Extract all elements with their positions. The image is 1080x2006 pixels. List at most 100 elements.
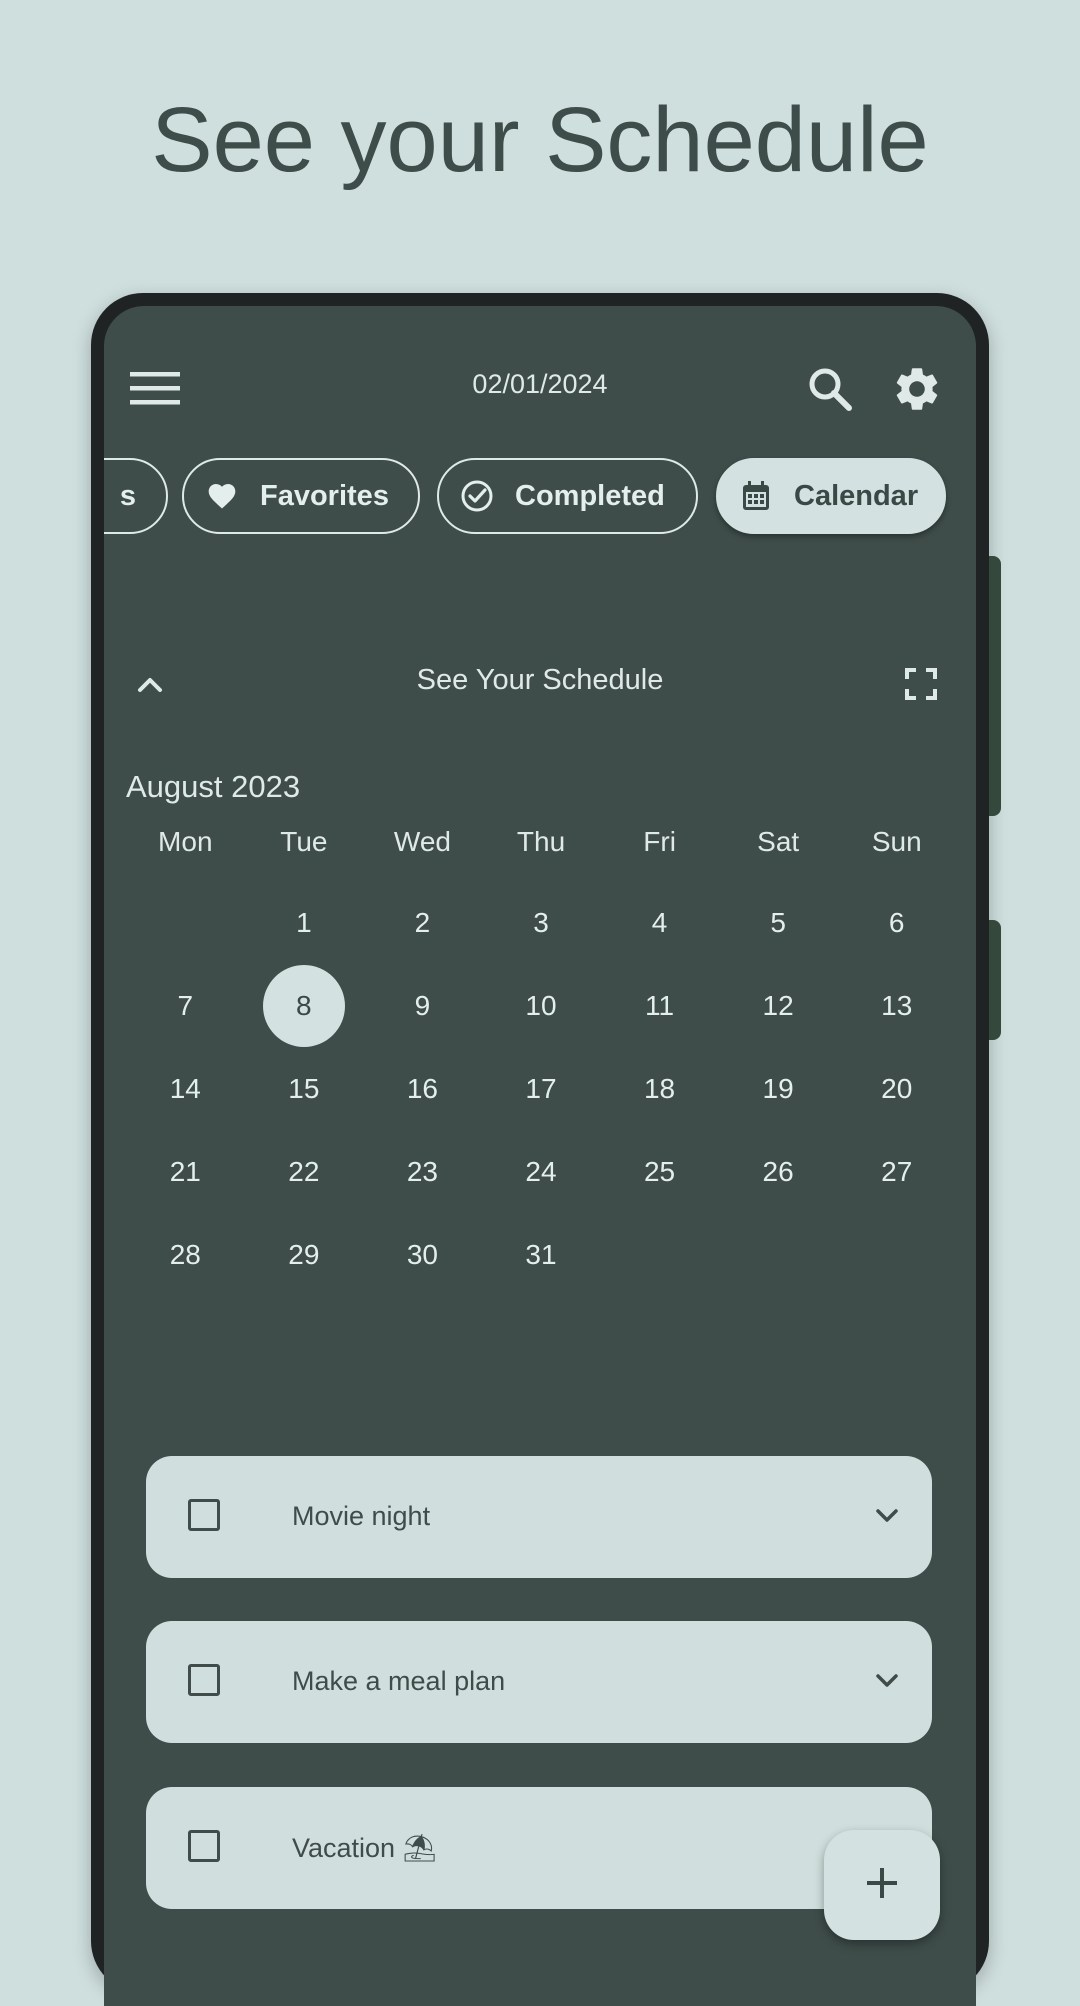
calendar-day[interactable]: 21 [126, 1130, 245, 1213]
calendar-day[interactable]: 23 [363, 1130, 482, 1213]
task-checkbox[interactable] [188, 1664, 220, 1696]
weekday-label: Mon [158, 826, 213, 857]
calendar-day[interactable]: 3 [482, 881, 601, 964]
calendar-day[interactable]: 20 [837, 1047, 956, 1130]
calendar-day[interactable]: 1 [245, 881, 364, 964]
weekday-label: Wed [393, 826, 451, 857]
top-app-bar: 02/01/2024 [104, 306, 976, 456]
calendar-day[interactable]: 8 [245, 964, 364, 1047]
chip-calendar[interactable]: Calendar [716, 458, 946, 534]
side-button-power [989, 556, 1001, 816]
task-checkbox[interactable] [188, 1499, 220, 1531]
calendar-day-number: 24 [525, 1155, 557, 1187]
side-button-volume [989, 920, 1001, 1040]
chip-partial-label: s [119, 479, 136, 512]
calendar-day-number: 30 [406, 1238, 438, 1270]
calendar-day[interactable]: 29 [245, 1213, 364, 1296]
calendar-day[interactable]: 6 [837, 881, 956, 964]
calendar-empty-cell [837, 1213, 956, 1296]
chip-completed[interactable]: Completed [437, 458, 698, 534]
calendar-day-number: 8 [262, 964, 345, 1047]
chip-favorites[interactable]: Favorites [182, 458, 420, 534]
filter-chips: s Favorites Completed Calendar [104, 458, 976, 542]
search-icon[interactable] [802, 361, 858, 417]
calendar-day[interactable]: 11 [600, 964, 719, 1047]
weekday-label: Tue [280, 826, 328, 857]
chip-calendar-label: Calendar [794, 479, 919, 512]
calendar-day[interactable]: 31 [482, 1213, 601, 1296]
calendar-day[interactable]: 16 [363, 1047, 482, 1130]
calendar-day[interactable]: 13 [837, 964, 956, 1047]
calendar-day[interactable]: 15 [245, 1047, 364, 1130]
task-label: Make a meal plan [292, 1666, 506, 1696]
calendar-weekday-row: Mon Tue Wed Thu Fri Sat Sun [126, 826, 956, 858]
calendar-day-number: 22 [288, 1155, 320, 1187]
calendar-day[interactable]: 25 [600, 1130, 719, 1213]
task-label: Vacation ⛱ [292, 1833, 437, 1863]
calendar-day[interactable]: 26 [719, 1130, 838, 1213]
task-card[interactable]: Make a meal plan [146, 1621, 932, 1743]
phone-frame: 02/01/2024 s Favorites Completed Calenda… [91, 293, 1001, 2006]
calendar-day-number: 6 [888, 906, 905, 938]
calendar-day-number: 4 [651, 906, 668, 938]
gear-icon[interactable] [888, 360, 946, 418]
calendar-day-number: 1 [296, 906, 312, 938]
calendar-day[interactable]: 17 [482, 1047, 601, 1130]
schedule-header: See Your Schedule [104, 646, 976, 716]
calendar-month-title: August 2023 [126, 769, 301, 804]
calendar-day[interactable]: 12 [719, 964, 838, 1047]
calendar-day[interactable]: 14 [126, 1047, 245, 1130]
heart-icon [204, 478, 240, 514]
calendar-day-number: 7 [177, 989, 194, 1021]
calendar-day-number: 12 [762, 989, 794, 1021]
chip-completed-label: Completed [515, 479, 665, 512]
calendar-day[interactable]: 5 [719, 881, 838, 964]
calendar-empty-cell [719, 1213, 838, 1296]
calendar-day-number: 15 [288, 1072, 320, 1104]
calendar-day[interactable]: 10 [482, 964, 601, 1047]
calendar-day-number: 11 [645, 989, 675, 1021]
weekday-label: Thu [516, 826, 566, 857]
calendar-day[interactable]: 9 [363, 964, 482, 1047]
calendar-icon [738, 478, 774, 514]
chip-favorites-label: Favorites [260, 479, 389, 512]
calendar-empty-cell [600, 1213, 719, 1296]
calendar-day[interactable]: 30 [363, 1213, 482, 1296]
weekday-label: Fri [643, 826, 676, 857]
chevron-down-icon[interactable] [872, 1665, 902, 1700]
calendar-day-number: 28 [169, 1238, 201, 1270]
calendar-day[interactable]: 19 [719, 1047, 838, 1130]
task-checkbox[interactable] [188, 1830, 220, 1862]
task-card[interactable]: Vacation ⛱ [146, 1787, 932, 1909]
fullscreen-icon[interactable] [900, 663, 942, 705]
calendar-day-number: 18 [643, 1072, 676, 1104]
calendar-day-number: 10 [525, 989, 557, 1021]
calendar-day-number: 17 [525, 1072, 557, 1104]
calendar-day[interactable]: 4 [600, 881, 719, 964]
calendar-day[interactable]: 27 [837, 1130, 956, 1213]
chip-partial[interactable]: s [104, 458, 168, 534]
task-label: Movie night [292, 1501, 431, 1531]
calendar-day[interactable]: 18 [600, 1047, 719, 1130]
headline: See your Schedule [151, 89, 929, 191]
schedule-title: See Your Schedule [416, 664, 664, 696]
calendar-day-number: 9 [414, 989, 431, 1021]
calendar-day[interactable]: 7 [126, 964, 245, 1047]
calendar-day-number: 13 [881, 989, 913, 1021]
calendar-day[interactable]: 22 [245, 1130, 364, 1213]
calendar-day-number: 2 [414, 906, 431, 938]
add-task-button[interactable] [824, 1830, 940, 1940]
calendar-day-number: 14 [169, 1072, 201, 1104]
calendar-day[interactable]: 24 [482, 1130, 601, 1213]
task-card[interactable]: Movie night [146, 1456, 932, 1578]
calendar-day-number: 21 [169, 1155, 201, 1187]
calendar-day-number: 20 [881, 1072, 913, 1104]
calendar-day-number: 26 [762, 1155, 794, 1187]
calendar-empty-cell [126, 881, 245, 964]
calendar-day-number: 29 [288, 1238, 320, 1270]
weekday-label: Sun [871, 826, 922, 857]
chevron-down-icon[interactable] [872, 1500, 902, 1535]
calendar-day[interactable]: 2 [363, 881, 482, 964]
calendar-day-number: 27 [881, 1155, 913, 1187]
calendar-day[interactable]: 28 [126, 1213, 245, 1296]
